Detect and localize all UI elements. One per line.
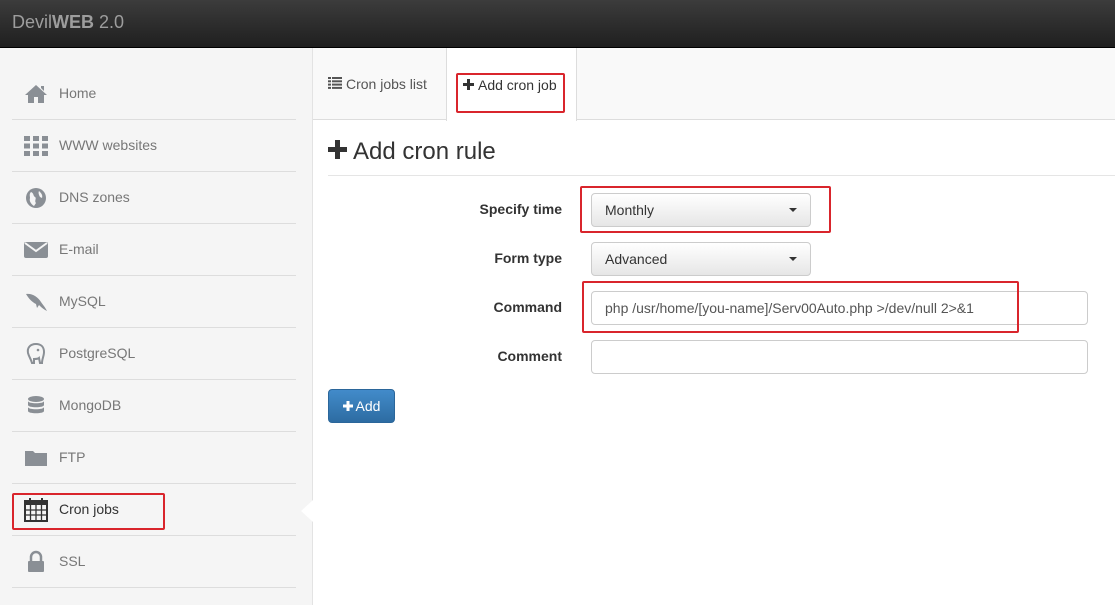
command-input[interactable]: php /usr/home/[you-name]/Serv00Auto.php … — [591, 291, 1088, 325]
sidebar-item-postgresql[interactable]: PostgreSQL — [12, 328, 296, 380]
sidebar-item-label: FTP — [59, 449, 86, 465]
sidebar-item-email[interactable]: E-mail — [12, 224, 296, 276]
sidebar-item-label: SSL — [59, 553, 86, 569]
active-pointer — [301, 500, 313, 522]
comment-label: Comment — [497, 348, 562, 364]
envelope-icon — [24, 238, 48, 262]
tab-label: Cron jobs list — [346, 76, 427, 92]
sidebar-item-label: Home — [59, 85, 97, 101]
specify-time-label: Specify time — [479, 201, 562, 217]
list-icon — [328, 76, 342, 92]
form-type-value: Advanced — [605, 251, 668, 267]
add-button-label: Add — [355, 398, 381, 414]
grid-icon — [24, 134, 48, 158]
tab-label: Add cron job — [478, 76, 557, 93]
chevron-down-icon — [789, 257, 797, 261]
sidebar-item-dns-zones[interactable]: DNS zones — [12, 172, 296, 224]
tab-cron-jobs-list[interactable]: Cron jobs list — [328, 48, 446, 120]
plus-icon — [463, 77, 474, 93]
sidebar-item-label: Cron jobs — [59, 501, 119, 517]
sidebar-item-ftp[interactable]: FTP — [12, 432, 296, 484]
sidebar-item-www-websites[interactable]: WWW websites — [12, 120, 296, 172]
sidebar-item-label: MySQL — [59, 293, 106, 309]
chevron-down-icon — [789, 208, 797, 212]
globe-icon — [24, 186, 48, 210]
form-type-label: Form type — [494, 250, 562, 266]
add-button[interactable]: Add — [328, 389, 395, 423]
title-divider — [328, 175, 1115, 176]
tab-bar: Cron jobs list Add cron job — [313, 48, 1115, 121]
sidebar-item-label: WWW websites — [59, 137, 157, 153]
plus-icon — [328, 138, 347, 166]
sidebar: Home WWW websites DNS zones E-mail MySQL — [0, 48, 313, 605]
specify-time-value: Monthly — [605, 202, 655, 218]
comment-input[interactable] — [591, 340, 1088, 374]
calendar-icon — [24, 498, 48, 522]
sidebar-item-home[interactable]: Home — [12, 68, 296, 120]
form-type-select[interactable]: Advanced — [591, 242, 811, 276]
sidebar-item-cron-jobs[interactable]: Cron jobs — [12, 484, 296, 536]
top-navbar: DevilWEB 2.0 — [0, 0, 1115, 48]
sidebar-item-label: DNS zones — [59, 189, 130, 205]
plus-icon — [342, 401, 353, 411]
sidebar-item-label: MongoDB — [59, 397, 122, 413]
sidebar-item-ssl[interactable]: SSL — [12, 536, 296, 588]
tab-add-cron-job[interactable]: Add cron job — [446, 48, 577, 121]
sidebar-item-label: E-mail — [59, 241, 99, 257]
sidebar-item-label: PostgreSQL — [59, 345, 136, 361]
brand-version: 2.0 — [99, 12, 125, 32]
section-title-text: Add cron rule — [353, 138, 496, 165]
lock-icon — [24, 550, 48, 574]
database-icon — [24, 394, 48, 418]
section-title: Add cron rule — [328, 138, 496, 166]
brand-bold: WEB — [52, 12, 95, 32]
sidebar-item-mysql[interactable]: MySQL — [12, 276, 296, 328]
brand-logo[interactable]: DevilWEB 2.0 — [12, 12, 124, 33]
specify-time-select[interactable]: Monthly — [591, 193, 811, 227]
brand-prefix: Devil — [12, 12, 53, 32]
command-label: Command — [493, 299, 562, 315]
dolphin-icon — [24, 290, 48, 314]
sidebar-item-mongodb[interactable]: MongoDB — [12, 380, 296, 432]
home-icon — [24, 82, 48, 106]
folder-icon — [24, 446, 48, 470]
elephant-icon — [24, 342, 48, 366]
